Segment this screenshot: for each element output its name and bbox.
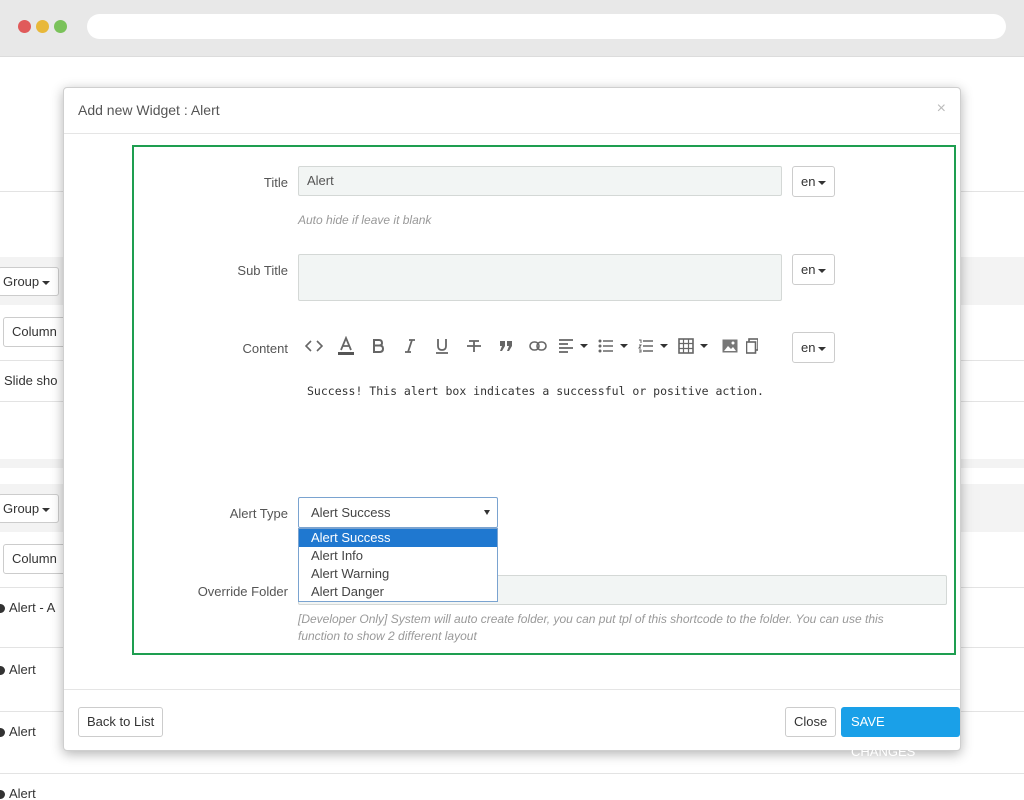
- underline-icon[interactable]: [426, 332, 458, 360]
- title-language-select[interactable]: en: [792, 166, 835, 197]
- link-icon[interactable]: [522, 332, 554, 360]
- content-editor[interactable]: Success! This alert box indicates a succ…: [307, 384, 764, 398]
- alert-type-option[interactable]: Alert Danger: [299, 583, 497, 601]
- divider: [0, 773, 1024, 774]
- list-item[interactable]: Alert: [0, 662, 36, 677]
- close-button[interactable]: Close: [785, 707, 837, 737]
- slide-text: Slide sho: [4, 373, 58, 388]
- list-item-label: Alert: [9, 724, 36, 739]
- unordered-list-icon[interactable]: [594, 332, 618, 360]
- blockquote-icon[interactable]: [490, 332, 522, 360]
- alert-type-label: Alert Type: [229, 506, 288, 521]
- alert-type-option[interactable]: Alert Info: [299, 547, 497, 565]
- browser-chrome: [0, 0, 1024, 57]
- caret-down-icon: [42, 280, 51, 285]
- add-widget-modal: Add new Widget : Alert × Title Alert en …: [63, 87, 961, 759]
- code-view-icon[interactable]: [298, 332, 330, 360]
- caret-down-icon[interactable]: [660, 344, 668, 348]
- address-bar[interactable]: [87, 14, 1006, 39]
- group-button-label: Group: [3, 501, 40, 516]
- table-icon[interactable]: [674, 332, 698, 360]
- group-button-label: Group: [3, 274, 40, 289]
- save-changes-button[interactable]: SAVE CHANGES: [841, 707, 960, 759]
- group-button[interactable]: Group: [0, 494, 60, 523]
- window-maximize-dot[interactable]: [54, 20, 67, 33]
- ordered-list-icon[interactable]: [634, 332, 658, 360]
- list-item[interactable]: Alert: [0, 786, 36, 800]
- modal-header: Add new Widget : Alert ×: [64, 88, 960, 134]
- window-minimize-dot[interactable]: [36, 20, 49, 33]
- align-icon[interactable]: [554, 332, 578, 360]
- subtitle-input[interactable]: [298, 254, 782, 301]
- caret-down-icon[interactable]: [580, 344, 588, 348]
- title-hint: Auto hide if leave it blank: [298, 213, 432, 227]
- modal-title: Add new Widget : Alert: [78, 102, 220, 118]
- language-label: en: [801, 262, 816, 277]
- font-color-icon[interactable]: [330, 332, 362, 360]
- window-close-dot[interactable]: [18, 20, 31, 33]
- caret-down-icon: [818, 346, 827, 351]
- radio-icon: [0, 790, 5, 800]
- modal-footer: Back to List Close SAVE CHANGES: [64, 689, 960, 759]
- content-language-select[interactable]: en: [792, 332, 835, 363]
- radio-icon: [0, 666, 5, 676]
- alert-type-selected-value: Alert Success: [311, 505, 391, 520]
- content-label: Content: [242, 341, 288, 356]
- alert-type-dropdown: Alert Success Alert Info Alert Warning A…: [298, 528, 498, 602]
- copy-icon[interactable]: [746, 332, 758, 360]
- caret-down-icon[interactable]: [700, 344, 708, 348]
- editor-toolbar: [298, 331, 758, 361]
- alert-type-option[interactable]: Alert Success: [299, 529, 497, 547]
- radio-icon: [0, 728, 5, 738]
- override-folder-label: Override Folder: [197, 584, 288, 599]
- language-label: en: [801, 174, 816, 189]
- list-item[interactable]: Alert - A: [0, 600, 55, 615]
- back-to-list-button[interactable]: Back to List: [78, 707, 164, 737]
- group-button[interactable]: Group: [0, 267, 60, 296]
- strikethrough-icon[interactable]: [458, 332, 490, 360]
- list-item[interactable]: Alert: [0, 724, 36, 739]
- subtitle-label: Sub Title: [237, 263, 288, 278]
- close-icon[interactable]: ×: [937, 100, 946, 118]
- title-input[interactable]: Alert: [298, 166, 782, 196]
- italic-icon[interactable]: [394, 332, 426, 360]
- list-item-label: Alert: [9, 662, 36, 677]
- alert-type-select[interactable]: Alert Success: [298, 497, 498, 528]
- list-item-label: Alert - A: [9, 600, 56, 615]
- radio-icon: [0, 604, 5, 614]
- caret-down-icon: [818, 180, 827, 185]
- caret-down-icon: [818, 268, 827, 273]
- caret-down-icon: [42, 507, 51, 512]
- dropdown-arrow-icon: [484, 510, 490, 515]
- alert-type-option[interactable]: Alert Warning: [299, 565, 497, 583]
- list-item-label: Alert: [9, 786, 36, 800]
- subtitle-language-select[interactable]: en: [792, 254, 835, 285]
- override-folder-hint-line2: function to show 2 different layout: [298, 629, 477, 643]
- title-label: Title: [263, 175, 288, 190]
- image-icon[interactable]: [714, 332, 746, 360]
- bold-icon[interactable]: [362, 332, 394, 360]
- override-folder-hint-line1: [Developer Only] System will auto create…: [298, 612, 884, 626]
- caret-down-icon[interactable]: [620, 344, 628, 348]
- language-label: en: [801, 340, 816, 355]
